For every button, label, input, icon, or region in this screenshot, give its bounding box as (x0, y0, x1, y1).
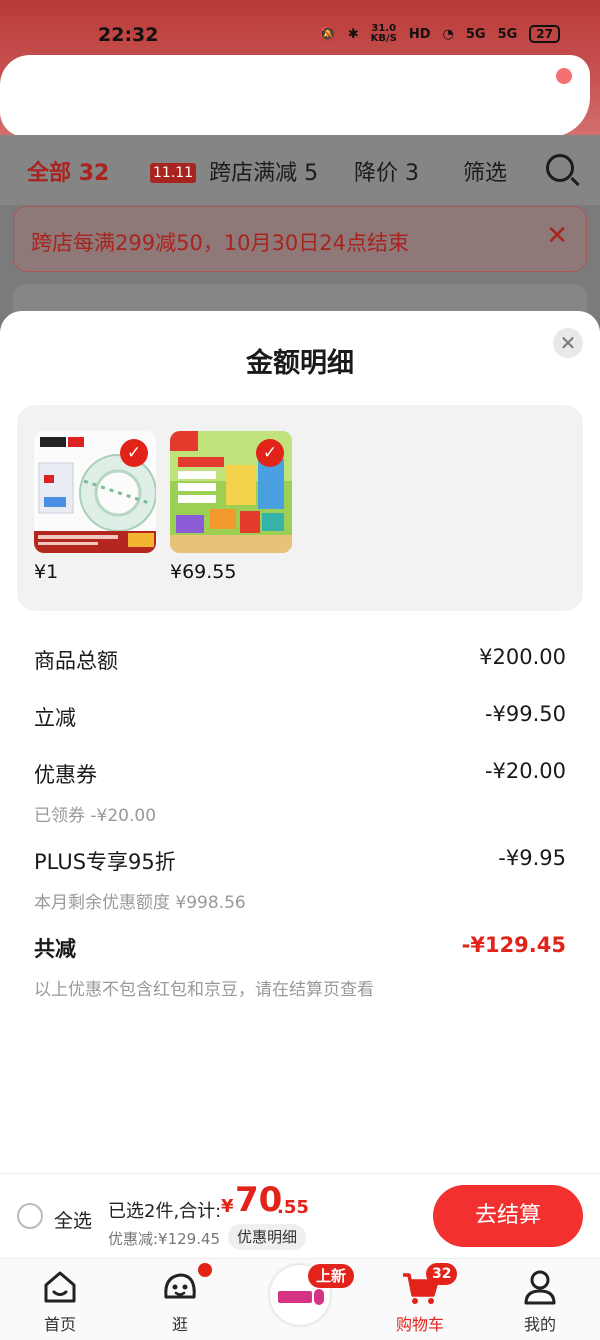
building-blocks-product-image[interactable]: ✓ (170, 431, 292, 553)
nav-label-cart: 购物车 (395, 1315, 444, 1334)
goods-total-value: ¥200.00 (479, 645, 566, 669)
instant-discount-row: 立减 -¥99.50 (34, 702, 566, 732)
nav-item-home[interactable]: 首页 (0, 1259, 120, 1340)
coupon-sub: 已领券 -¥20.00 (34, 806, 157, 826)
notification-dot (556, 68, 572, 84)
new-badge: 上新 (308, 1264, 355, 1288)
nav-item-cart[interactable]: 购物车 (360, 1259, 480, 1340)
selected-summary: 已选2件,合计: (108, 1201, 222, 1222)
close-icon[interactable]: ✕ (553, 328, 583, 358)
bluetooth-icon: ✱ (347, 26, 359, 42)
product-list: ✓ ¥1 ✓ ¥69.55 (17, 405, 583, 611)
select-all-label[interactable]: 全选 (54, 1206, 92, 1233)
instant-discount-value: -¥99.50 (484, 702, 566, 726)
coupon-value: -¥20.00 (484, 759, 566, 783)
battery-icon: 27 (529, 25, 560, 43)
tab-price-drop[interactable]: 降价 3 (354, 155, 419, 187)
double-eleven-icon: 11.11 (150, 163, 197, 183)
nav-label-mine: 我的 (523, 1315, 556, 1334)
close-icon[interactable]: ✕ (546, 221, 568, 251)
tab-cross-store-count: 5 (304, 161, 319, 186)
tab-filter[interactable]: 筛选 (463, 155, 507, 187)
total-currency: ¥ (221, 1196, 234, 1217)
total-discount-value: -¥129.45 (461, 933, 566, 957)
bottom-nav: 首页 逛 上新 购物车 32 我的 (0, 1258, 600, 1340)
discount-summary: 优惠减:¥129.45 (108, 1230, 221, 1248)
sheet-title: 金额明细 (246, 348, 354, 379)
nav-item-mine[interactable]: 我的 (480, 1259, 600, 1340)
home-icon (44, 1271, 76, 1303)
coupon-row: 优惠券 -¥20.00 已领券 -¥20.00 (34, 759, 566, 826)
amount-detail-sheet: 金额明细 ✕ ✓ ¥1 ✓ ¥69.55 商品总额 ¥200.00 立减 -¥9… (0, 311, 600, 1173)
tab-all[interactable]: 全部 32 (27, 155, 109, 187)
plus-value: -¥9.95 (498, 846, 566, 870)
cart-count-badge: 32 (426, 1263, 458, 1285)
status-time: 22:32 (98, 24, 159, 46)
user-icon (524, 1270, 556, 1305)
tab-all-label: 全部 (27, 161, 72, 186)
total-discount-row: 共减 -¥129.45 以上优惠不包含红包和京豆，请在结算页查看 (34, 933, 566, 1000)
mute-icon: 🔕 (319, 26, 336, 42)
signal-icon: 5G (465, 26, 486, 42)
total-amount-integer: 70 (235, 1180, 283, 1220)
tab-all-count: 32 (78, 161, 110, 186)
total-discount-note: 以上优惠不包含红包和京豆，请在结算页查看 (34, 980, 374, 1000)
tab-price-drop-count: 3 (405, 161, 420, 186)
status-icons: 🔕 ✱ 31.0 KB/S HD ◔ 5G 5G 27 (320, 24, 560, 44)
tape-product-image[interactable]: ✓ (34, 431, 156, 553)
product-price: ¥1 (34, 561, 59, 583)
plus-label: PLUS专享95折 (34, 850, 176, 874)
checkmark-icon[interactable]: ✓ (120, 439, 148, 467)
promo-banner-text: 跨店每满299减50，10月30日24点结束 (31, 231, 409, 255)
nav-item-explore[interactable]: 逛 (120, 1259, 240, 1340)
total-amount-decimal: .55 (277, 1197, 309, 1218)
explore-face-icon (164, 1273, 196, 1299)
product-item[interactable]: ✓ ¥69.55 (170, 431, 292, 583)
select-all-checkbox[interactable] (17, 1203, 43, 1229)
product-item[interactable]: ✓ ¥1 (34, 431, 156, 583)
tab-cross-store-label: 跨店满减 (209, 161, 298, 186)
goods-total-row: 商品总额 ¥200.00 (34, 645, 566, 675)
tab-filter-label: 筛选 (463, 161, 508, 186)
notification-dot (198, 1263, 212, 1277)
redacted-area (0, 55, 590, 137)
tab-price-drop-label: 降价 (354, 161, 399, 186)
promo-banner: 跨店每满299减50，10月30日24点结束 ✕ (13, 206, 587, 272)
plus-sub: 本月剩余优惠额度 ¥998.56 (34, 893, 246, 913)
wifi-icon: ◔ (442, 26, 454, 42)
network-speed: 31.0 KB/S (370, 23, 397, 44)
checkmark-icon[interactable]: ✓ (256, 439, 284, 467)
plus-row: PLUS专享95折 -¥9.95 本月剩余优惠额度 ¥998.56 (34, 846, 566, 913)
nav-label-explore: 逛 (171, 1315, 188, 1334)
checkout-button[interactable]: 去结算 (433, 1185, 583, 1247)
hd-icon: HD (408, 26, 431, 42)
nav-label-home: 首页 (43, 1315, 76, 1334)
search-icon[interactable] (546, 154, 574, 182)
checkout-bar: 全选 已选2件,合计: ¥ 70 .55 优惠减:¥129.45 优惠明细 去结… (0, 1173, 600, 1258)
discount-detail-button[interactable]: 优惠明细 (228, 1224, 307, 1250)
signal-icon-2: 5G (497, 26, 518, 42)
product-price: ¥69.55 (170, 561, 237, 583)
tab-cross-store[interactable]: 11.11 跨店满减 5 (150, 155, 318, 187)
